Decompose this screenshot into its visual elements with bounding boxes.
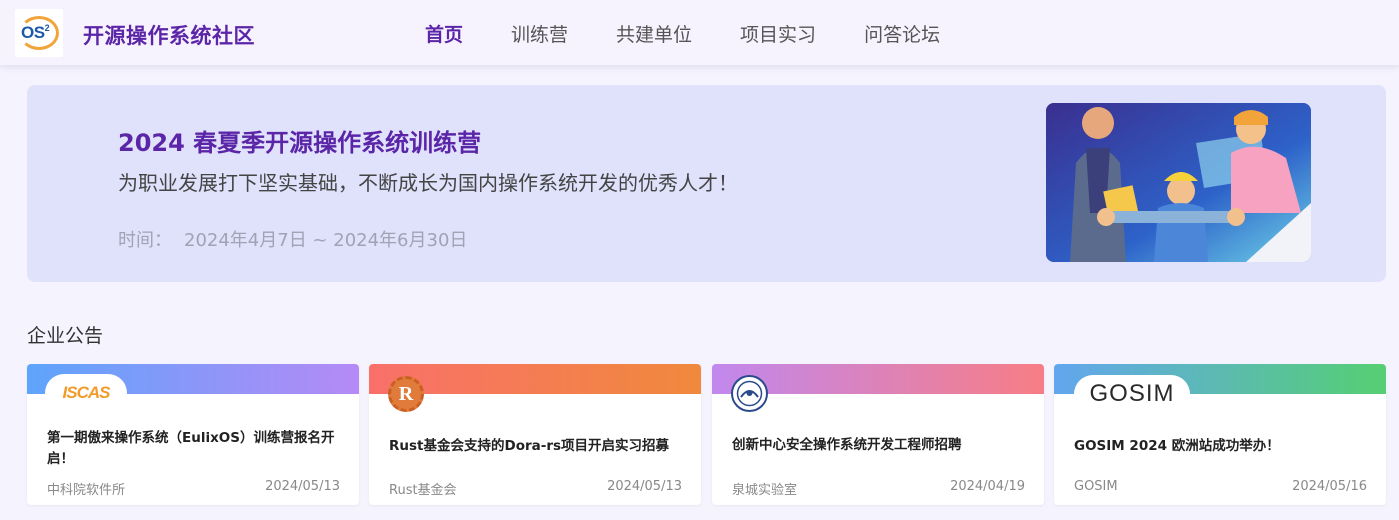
rust-logo-text: R bbox=[398, 382, 414, 405]
rust-logo: R bbox=[388, 376, 424, 412]
card-title[interactable]: 第一期傲来操作系统（EulixOS）训练营报名开启！ bbox=[47, 428, 342, 470]
card-title[interactable]: Rust基金会支持的Dora-rs项目开启实习招募 bbox=[389, 436, 684, 457]
iscas-logo-text: ISCAS bbox=[62, 383, 111, 402]
banner-subtitle: 为职业发展打下坚实基础，不断成长为国内操作系统开发的优秀人才！ bbox=[118, 171, 738, 195]
gosim-logo-text: GOSIM bbox=[1089, 380, 1175, 407]
iscas-logo: ISCAS bbox=[45, 374, 127, 412]
quancheng-lab-emblem-icon bbox=[731, 375, 768, 412]
banner-date: 时间： 2024年4月7日 ~ 2024年6月30日 bbox=[118, 226, 467, 252]
banner-date-label: 时间： bbox=[118, 230, 172, 251]
main-nav: 首页 训练营 共建单位 项目实习 问答论坛 bbox=[425, 20, 988, 47]
nav-training-camp[interactable]: 训练营 bbox=[511, 20, 568, 47]
gosim-logo: GOSIM bbox=[1074, 375, 1190, 413]
section-title-announcements: 企业公告 bbox=[27, 325, 104, 347]
nav-home[interactable]: 首页 bbox=[425, 20, 463, 47]
training-camp-banner[interactable]: 2024 春夏季开源操作系统训练营 为职业发展打下坚实基础，不断成长为国内操作系… bbox=[27, 85, 1386, 282]
banner-illustration bbox=[1046, 103, 1311, 262]
site-title[interactable]: 开源操作系统社区 bbox=[83, 20, 255, 50]
card-date: 2024/05/16 bbox=[1292, 479, 1367, 494]
card-source: GOSIM bbox=[1074, 479, 1118, 494]
announcement-card-iscas[interactable]: ISCAS 第一期傲来操作系统（EulixOS）训练营报名开启！ 中科院软件所 … bbox=[27, 364, 359, 505]
banner-title: 2024 春夏季开源操作系统训练营 bbox=[118, 129, 482, 157]
card-date: 2024/04/19 bbox=[950, 479, 1025, 494]
announcement-card-rust[interactable]: R Rust基金会支持的Dora-rs项目开启实习招募 Rust基金会 2024… bbox=[369, 364, 701, 505]
card-date: 2024/05/13 bbox=[265, 479, 340, 494]
card-source: 泉城实验室 bbox=[732, 483, 798, 498]
announcement-card-gosim[interactable]: GOSIM GOSIM 2024 欧洲站成功举办！ GOSIM 2024/05/… bbox=[1054, 364, 1386, 505]
banner-date-range: 2024年4月7日 ~ 2024年6月30日 bbox=[184, 230, 468, 251]
card-date: 2024/05/13 bbox=[607, 479, 682, 494]
card-source: 中科院软件所 bbox=[47, 483, 126, 498]
site-logo[interactable]: OS2 bbox=[15, 9, 63, 57]
top-header: OS2 开源操作系统社区 首页 训练营 共建单位 项目实习 问答论坛 bbox=[0, 0, 1399, 65]
announcement-card-quancheng[interactable]: 创新中心安全操作系统开发工程师招聘 泉城实验室 2024/04/19 bbox=[712, 364, 1044, 505]
card-title[interactable]: 创新中心安全操作系统开发工程师招聘 bbox=[732, 435, 1027, 456]
nav-internship[interactable]: 项目实习 bbox=[740, 20, 816, 47]
nav-forum[interactable]: 问答论坛 bbox=[864, 20, 940, 47]
logo-text: OS2 bbox=[21, 23, 50, 42]
nav-partners[interactable]: 共建单位 bbox=[616, 20, 692, 47]
card-source: Rust基金会 bbox=[389, 483, 457, 498]
card-title[interactable]: GOSIM 2024 欧洲站成功举办！ bbox=[1074, 436, 1369, 457]
